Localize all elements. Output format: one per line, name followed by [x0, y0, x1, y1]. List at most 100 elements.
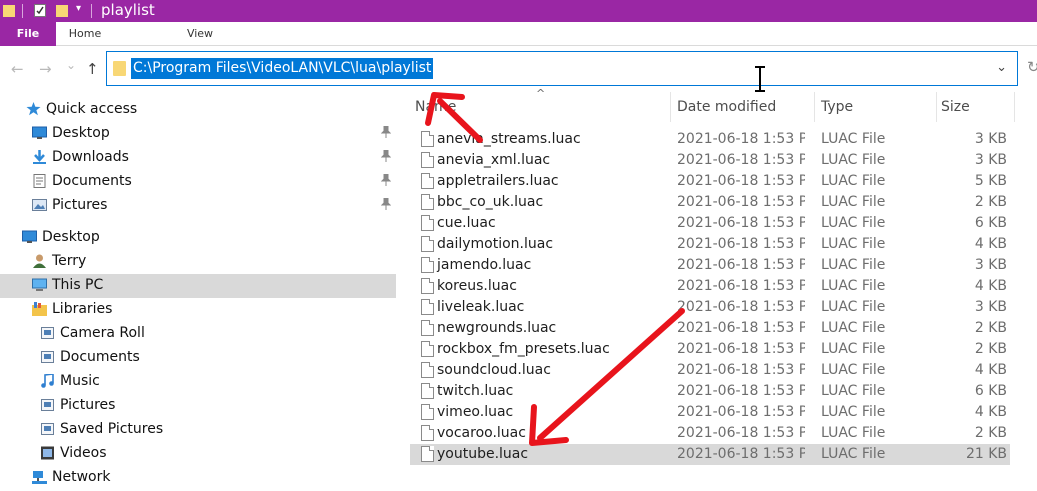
tab-view[interactable]: View: [172, 22, 228, 46]
file-size: 6 KB: [974, 215, 1007, 231]
file-icon: [421, 278, 434, 294]
sidebar-item-network[interactable]: Network: [0, 466, 396, 490]
column-header-size[interactable]: Size: [941, 99, 970, 115]
pin-icon[interactable]: [380, 149, 392, 165]
sidebar-item-music[interactable]: Music: [0, 370, 396, 394]
file-row[interactable]: vimeo.luac 2021-06-18 1:53 P... LUAC File 4…: [410, 402, 1010, 423]
sidebar-item-pictures[interactable]: Pictures: [0, 394, 396, 418]
file-row[interactable]: koreus.luac 2021-06-18 1:53 P... LUAC File…: [410, 276, 1010, 297]
refresh-button[interactable]: ↻: [1027, 58, 1037, 76]
file-type: LUAC File: [821, 173, 886, 189]
column-header-type[interactable]: Type: [821, 99, 853, 115]
new-folder-icon[interactable]: [56, 3, 68, 18]
file-icon: [421, 173, 434, 189]
library-folder-icon: [40, 350, 55, 364]
column-divider[interactable]: [936, 92, 937, 122]
file-row[interactable]: soundcloud.luac 2021-06-18 1:53 P... LUAC …: [410, 360, 1010, 381]
file-icon: [421, 383, 434, 399]
back-button[interactable]: ←: [11, 60, 24, 78]
sidebar-item-quick-access[interactable]: Quick access: [0, 98, 396, 122]
column-divider[interactable]: [814, 92, 815, 122]
column-divider[interactable]: [1014, 92, 1015, 122]
customize-toolbar-icon[interactable]: ▾: [76, 3, 81, 14]
file-size: 2 KB: [974, 194, 1007, 210]
file-row[interactable]: vocaroo.luac 2021-06-18 1:53 P... LUAC Fil…: [410, 423, 1010, 444]
library-folder-icon: [40, 326, 55, 340]
column-divider[interactable]: [670, 92, 671, 122]
sidebar-item-label: Documents: [52, 173, 132, 189]
sidebar-item-label: Network: [52, 469, 111, 485]
file-size: 4 KB: [974, 404, 1007, 420]
file-row[interactable]: rockbox_fm_presets.luac 2021-06-18 1:53 P…: [410, 339, 1010, 360]
file-row[interactable]: dailymotion.luac 2021-06-18 1:53 P... LUAC…: [410, 234, 1010, 255]
file-row[interactable]: anevia_streams.luac 2021-06-18 1:53 P... L…: [410, 129, 1010, 150]
sidebar-item-label: Terry: [52, 253, 87, 269]
file-row[interactable]: twitch.luac 2021-06-18 1:53 P... LUAC File…: [410, 381, 1010, 402]
file-row[interactable]: bbc_co_uk.luac 2021-06-18 1:53 P... LUAC F…: [410, 192, 1010, 213]
address-bar[interactable]: C:\Program Files\VideoLAN\VLC\lua\playli…: [106, 51, 1018, 86]
date-modified: 2021-06-18 1:53 P...: [677, 278, 805, 294]
file-type: LUAC File: [821, 320, 886, 336]
file-size: 21 KB: [965, 446, 1007, 462]
file-name: anevia_streams.luac: [437, 131, 581, 147]
sidebar-item-camera-roll[interactable]: Camera Roll: [0, 322, 396, 346]
file-row[interactable]: appletrailers.luac 2021-06-18 1:53 P... LU…: [410, 171, 1010, 192]
tab-file[interactable]: File: [0, 22, 56, 46]
pin-icon[interactable]: [380, 197, 392, 213]
file-icon: [421, 362, 434, 378]
up-button[interactable]: ↑: [86, 60, 99, 78]
sidebar-item-videos[interactable]: Videos: [0, 442, 396, 466]
file-row[interactable]: jamendo.luac 2021-06-18 1:53 P... LUAC Fil…: [410, 255, 1010, 276]
file-type: LUAC File: [821, 194, 886, 210]
file-row[interactable]: anevia_xml.luac 2021-06-18 1:53 P... LUAC …: [410, 150, 1010, 171]
pin-icon[interactable]: [380, 173, 392, 189]
tab-home[interactable]: Home: [57, 22, 113, 46]
file-row[interactable]: liveleak.luac 2021-06-18 1:53 P... LUAC Fi…: [410, 297, 1010, 318]
text-cursor-icon: [755, 66, 765, 92]
date-modified: 2021-06-18 1:53 P...: [677, 152, 805, 168]
date-modified: 2021-06-18 1:53 P...: [677, 131, 805, 147]
sidebar-item-documents[interactable]: Documents: [0, 170, 396, 194]
file-type: LUAC File: [821, 383, 886, 399]
libraries-icon: [32, 302, 47, 316]
date-modified: 2021-06-18 1:53 P...: [677, 173, 805, 189]
date-modified: 2021-06-18 1:53 P...: [677, 215, 805, 231]
address-input[interactable]: C:\Program Files\VideoLAN\VLC\lua\playli…: [131, 58, 434, 79]
file-type: LUAC File: [821, 404, 886, 420]
sidebar-item-desktop[interactable]: Desktop: [0, 226, 396, 250]
file-icon: [421, 257, 434, 273]
window-title: playlist: [101, 1, 155, 19]
file-row[interactable]: newgrounds.luac 2021-06-18 1:53 P... LUAC …: [410, 318, 1010, 339]
file-type: LUAC File: [821, 341, 886, 357]
download-icon: [32, 150, 47, 164]
navigation-pane: Quick access Desktop Downloads Documents Pic…: [0, 92, 398, 491]
column-header-name[interactable]: Name: [415, 99, 456, 115]
file-row[interactable]: cue.luac 2021-06-18 1:53 P... LUAC File 6 K…: [410, 213, 1010, 234]
sidebar-item-libraries[interactable]: Libraries: [0, 298, 396, 322]
sidebar-item-downloads[interactable]: Downloads: [0, 146, 396, 170]
properties-icon[interactable]: [34, 3, 46, 18]
sidebar-item-pictures[interactable]: Pictures: [0, 194, 396, 218]
file-row[interactable]: youtube.luac 2021-06-18 1:53 P... LUAC Fil…: [410, 444, 1010, 465]
recent-locations-button[interactable]: ⌄: [66, 58, 76, 72]
forward-button[interactable]: →: [39, 60, 52, 78]
sidebar-item-desktop[interactable]: Desktop: [0, 122, 396, 146]
file-name: koreus.luac: [437, 278, 517, 294]
file-size: 6 KB: [974, 383, 1007, 399]
sidebar-item-label: This PC: [52, 277, 104, 293]
sidebar-item-this-pc[interactable]: This PC: [0, 274, 396, 298]
file-icon: [421, 404, 434, 420]
sidebar-item-documents[interactable]: Documents: [0, 346, 396, 370]
address-dropdown-button[interactable]: ⌄: [996, 60, 1007, 75]
sort-ascending-icon: ^: [536, 87, 546, 100]
file-icon: [421, 215, 434, 231]
sidebar-item-label: Camera Roll: [60, 325, 145, 341]
column-header-date[interactable]: Date modified: [677, 99, 776, 115]
sidebar-item-saved-pictures[interactable]: Saved Pictures: [0, 418, 396, 442]
library-folder-icon: [40, 422, 55, 436]
sidebar-item-terry[interactable]: Terry: [0, 250, 396, 274]
file-size: 5 KB: [974, 173, 1007, 189]
file-icon: [421, 320, 434, 336]
videos-icon: [40, 446, 55, 460]
pin-icon[interactable]: [380, 125, 392, 141]
